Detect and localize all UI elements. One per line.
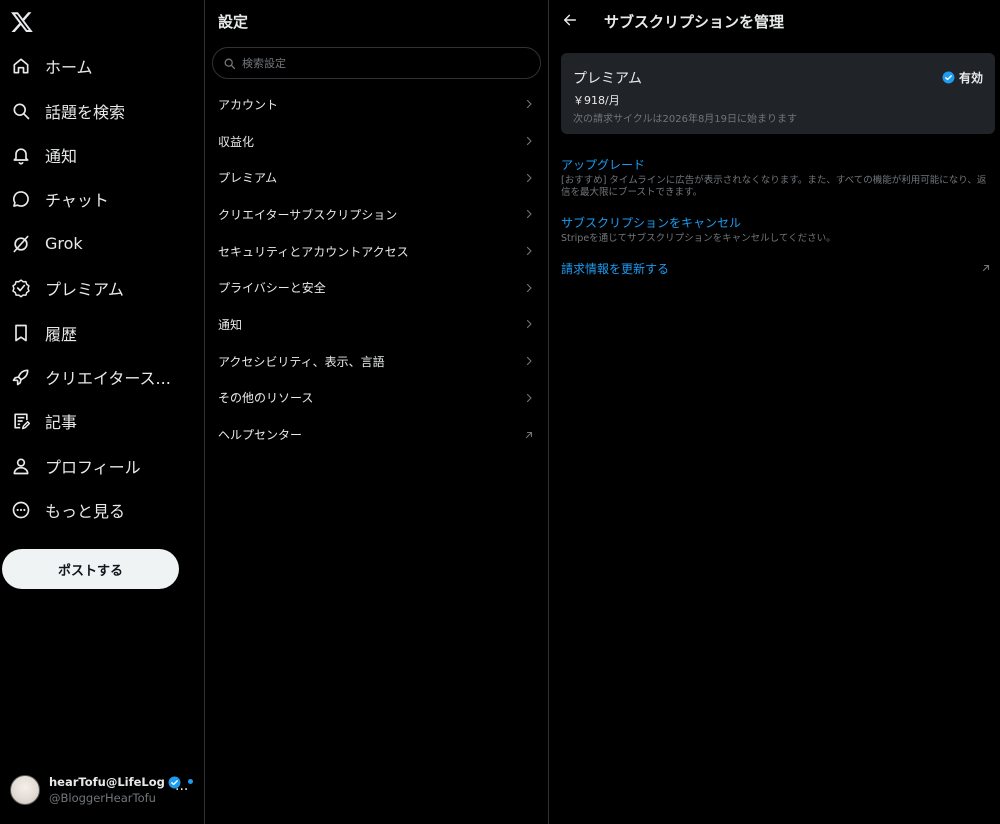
upgrade-description: [おすすめ] タイムラインに広告が表示されなくなります。また、すべての機能が利用… [561,175,987,198]
notification-dot [188,779,193,784]
settings-item-accessibility[interactable]: アクセシビリティ、表示、言語 [205,343,548,380]
plan-price: ￥918/月 [573,94,620,107]
settings-item-label: アクセシビリティ、表示、言語 [218,354,385,369]
billing-cycle-text: 次の請求サイクルは2026年8月19日に始まります [573,114,798,125]
settings-menu: アカウント 収益化 プレミアム クリエイターサブスクリプション セキュリティとア… [205,86,548,453]
chevron-right-icon [526,247,532,256]
home-icon [10,55,32,77]
article-icon [10,410,32,432]
nav-premium[interactable]: プレミアム [0,266,205,310]
nav-label: 話題を検索 [45,102,126,122]
page-title: 設定 [218,13,249,31]
profile-icon [10,455,32,477]
more-options-icon[interactable]: ... [175,778,188,794]
subscription-panel: サブスクリプションを管理 プレミアム ￥918/月 次の請求サイクルは2026年… [549,0,1000,824]
nav-bookmarks[interactable]: 履歴 [0,310,205,354]
settings-item-label: アカウント [218,97,279,112]
settings-item-label: ヘルプセンター [218,428,303,443]
nav-label: 履歴 [45,324,78,344]
grok-icon [10,233,32,255]
nav-label: プレミアム [45,280,124,300]
chevron-right-icon [526,136,532,146]
settings-item-notifications[interactable]: 通知 [205,306,548,343]
chevron-right-icon [526,283,532,292]
chevron-right-icon [526,320,532,329]
nav-articles[interactable]: 記事 [0,399,205,443]
avatar [10,775,40,805]
update-billing-action[interactable]: 請求情報を更新する [561,260,991,277]
external-link-icon[interactable] [980,262,992,274]
primary-nav: ホーム 話題を検索 通知 チャット Grok プレミアム 履歴 クリエイタース.… [0,0,205,824]
settings-item-premium[interactable]: プレミアム [205,159,548,196]
cancel-subscription-description: Stripeを通じてサブスクリプションをキャンセルしてください。 [561,233,836,244]
settings-item-creator-subscriptions[interactable]: クリエイターサブスクリプション [205,196,548,233]
search-icon [224,58,236,69]
nav-label: クリエイタース... [45,368,171,388]
nav-profile[interactable]: プロフィール [0,444,205,488]
nav-label: 記事 [45,413,78,433]
upgrade-action[interactable]: アップグレード [おすすめ] タイムラインに広告が表示されなくなります。また、す… [561,156,991,199]
nav-creator-studio[interactable]: クリエイタース... [0,355,205,399]
account-switcher[interactable]: hearTofu@LifeLog @BloggerHearTofu ... [10,770,200,810]
chevron-right-icon [526,357,532,366]
settings-item-resources[interactable]: その他のリソース [205,380,548,417]
more-circle-icon [10,499,32,521]
nav-explore[interactable]: 話題を検索 [0,88,205,132]
nav-more[interactable]: もっと見る [0,488,205,532]
settings-item-monetization[interactable]: 収益化 [205,123,548,160]
settings-item-label: プレミアム [218,171,278,186]
cancel-subscription-action[interactable]: サブスクリプションをキャンセル Stripeを通じてサブスクリプションをキャンセ… [561,214,991,245]
nav-label: チャット [45,191,109,211]
nav-notifications[interactable]: 通知 [0,133,205,177]
settings-search[interactable] [212,47,541,79]
settings-item-privacy[interactable]: プライバシーと安全 [205,269,548,306]
nav-label: 通知 [45,146,78,166]
status-label: 有効 [958,71,983,85]
check-circle-icon [942,71,955,84]
chevron-right-icon [526,210,532,219]
chat-icon [10,188,32,210]
upgrade-link[interactable]: アップグレード [561,156,991,173]
page-title: サブスクリプションを管理 [604,13,785,31]
nav-chat[interactable]: チャット [0,177,205,221]
nav-grok[interactable]: Grok [0,222,205,266]
x-logo-icon[interactable] [10,10,34,34]
plan-name: プレミアム [573,71,643,87]
premium-icon [10,277,32,299]
bell-icon [10,144,32,166]
nav-label: ホーム [45,58,93,78]
nav-label: プロフィール [45,457,141,477]
settings-item-label: 通知 [218,317,243,332]
settings-item-label: その他のリソース [218,391,314,406]
subscription-card: プレミアム ￥918/月 次の請求サイクルは2026年8月19日に始まります 有… [561,53,995,134]
account-name: hearTofu@LifeLog [49,775,165,789]
status-badge: 有効 [942,69,983,86]
search-icon [10,100,32,122]
nav-label: もっと見る [45,502,126,522]
nav-label: Grok [45,234,83,254]
settings-panel: 設定 アカウント 収益化 プレミアム クリエイターサブスクリプション セキュリテ… [205,0,549,824]
chevron-right-icon [526,393,532,402]
cancel-subscription-link[interactable]: サブスクリプションをキャンセル [561,214,991,231]
rocket-icon [10,366,32,388]
bookmark-icon [10,322,32,344]
settings-item-label: クリエイターサブスクリプション [218,207,398,222]
back-arrow-icon[interactable] [562,12,578,28]
settings-item-account[interactable]: アカウント [205,86,548,123]
settings-item-label: 収益化 [218,134,255,149]
account-handle: @BloggerHearTofu [49,791,156,805]
update-billing-link[interactable]: 請求情報を更新する [561,260,991,277]
settings-item-security[interactable]: セキュリティとアカウントアクセス [205,233,548,270]
settings-item-label: プライバシーと安全 [218,281,326,296]
settings-item-help-center[interactable]: ヘルプセンター [205,416,548,453]
nav-home[interactable]: ホーム [0,44,205,88]
external-link-icon [525,431,533,438]
settings-item-label: セキュリティとアカウントアクセス [218,244,409,259]
chevron-right-icon [526,100,532,109]
chevron-right-icon [526,173,532,182]
search-input[interactable] [240,55,524,71]
post-button[interactable]: ポストする [2,549,179,589]
